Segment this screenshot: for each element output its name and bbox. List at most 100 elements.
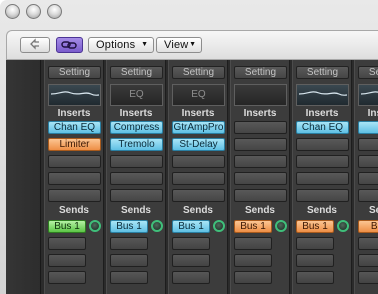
- send-level-knob[interactable]: [213, 220, 225, 232]
- send-slot-empty[interactable]: [172, 254, 210, 267]
- send-slot-empty[interactable]: [48, 271, 86, 284]
- setting-button[interactable]: Setting: [172, 66, 225, 79]
- chevron-down-icon: ▼: [189, 41, 196, 48]
- eq-display[interactable]: EQ: [110, 84, 163, 106]
- insert-slot-empty[interactable]: [234, 172, 287, 185]
- send-slot-empty[interactable]: [110, 271, 148, 284]
- send-level-knob[interactable]: [89, 220, 101, 232]
- send-level-knob[interactable]: [337, 220, 349, 232]
- channel-strip: Setting Inserts Chan EQ Sends Bus 1: [292, 60, 352, 294]
- setting-button[interactable]: Setting: [234, 66, 287, 79]
- send-level-knob[interactable]: [275, 220, 287, 232]
- insert-slot-empty[interactable]: [296, 172, 349, 185]
- zoom-window-button[interactable]: [47, 4, 62, 19]
- inserts-label: Inserts: [57, 108, 91, 119]
- send-slot-empty[interactable]: [296, 271, 334, 284]
- send-slot[interactable]: Bus 1: [234, 220, 272, 233]
- back-arrow-icon: [30, 38, 39, 50]
- insert-slot[interactable]: Chan EQ: [296, 121, 349, 134]
- insert-slot-empty[interactable]: [358, 138, 378, 151]
- insert-slot-empty[interactable]: [110, 172, 163, 185]
- insert-slot-empty[interactable]: [234, 138, 287, 151]
- insert-slot-empty[interactable]: [172, 189, 225, 202]
- eq-display[interactable]: [48, 84, 101, 106]
- insert-slot[interactable]: St-Delay: [172, 138, 225, 151]
- inserts-label: Inserts: [119, 108, 153, 119]
- send-slot-empty[interactable]: [234, 254, 272, 267]
- insert-slot[interactable]: GtrAmpPro: [172, 121, 225, 134]
- send-slot[interactable]: Bus 1: [172, 220, 210, 233]
- link-chain-icon: [61, 41, 77, 49]
- insert-slot-empty[interactable]: [110, 189, 163, 202]
- send-slot-empty[interactable]: [172, 271, 210, 284]
- insert-slot-empty[interactable]: [296, 155, 349, 168]
- insert-slot[interactable]: Chan EQ: [48, 121, 101, 134]
- setting-button[interactable]: Setting: [48, 66, 101, 79]
- send-slot-empty[interactable]: [172, 237, 210, 250]
- insert-slot-empty[interactable]: [358, 172, 378, 185]
- setting-button[interactable]: Setting: [296, 66, 349, 79]
- insert-slot-empty[interactable]: [234, 189, 287, 202]
- channel-strip: Setting EQ Inserts Compress Tremolo Sends Bus …: [106, 60, 166, 294]
- send-slot-empty[interactable]: [234, 237, 272, 250]
- send-slot-empty[interactable]: [358, 254, 378, 267]
- insert-slot-empty[interactable]: [296, 189, 349, 202]
- channel-strips-area: Setting Inserts Chan EQ Limiter Sends Bus 1 Se…: [6, 60, 378, 294]
- eq-display[interactable]: [296, 84, 349, 106]
- back-button[interactable]: [20, 37, 50, 53]
- channel-strip: Setting Inserts Sends Bus 1: [230, 60, 290, 294]
- inserts-label: Inserts: [367, 108, 378, 119]
- sends-label: Sends: [244, 205, 275, 216]
- send-slot[interactable]: Bu: [358, 220, 378, 233]
- link-button[interactable]: [56, 37, 83, 53]
- eq-curve-icon: [298, 91, 348, 96]
- send-slot-empty[interactable]: [48, 237, 86, 250]
- sends-label: Sends: [120, 205, 151, 216]
- insert-slot-empty[interactable]: [172, 172, 225, 185]
- view-menu-label: View: [164, 39, 189, 51]
- channel-strip: Setting Inserts Chan EQ Limiter Sends Bus 1: [44, 60, 104, 294]
- send-slot-empty[interactable]: [110, 254, 148, 267]
- close-window-button[interactable]: [5, 4, 20, 19]
- inserts-label: Inserts: [181, 108, 215, 119]
- insert-slot-empty[interactable]: [48, 155, 101, 168]
- insert-slot-empty[interactable]: [110, 155, 163, 168]
- insert-slot-empty[interactable]: [48, 172, 101, 185]
- send-slot-empty[interactable]: [234, 271, 272, 284]
- insert-slot-empty[interactable]: [296, 138, 349, 151]
- options-menu[interactable]: Options ▼: [88, 37, 154, 53]
- send-slot[interactable]: Bus 1: [110, 220, 148, 233]
- send-level-knob[interactable]: [151, 220, 163, 232]
- mixer-window: Options ▼ View ▼ Setting Inserts Chan EQ Li…: [0, 0, 378, 294]
- send-slot-empty[interactable]: [358, 271, 378, 284]
- send-slot-empty[interactable]: [110, 237, 148, 250]
- send-slot-empty[interactable]: [48, 254, 86, 267]
- mixer-left-edge: [6, 60, 41, 294]
- insert-slot[interactable]: Ch: [358, 121, 378, 134]
- insert-slot-empty[interactable]: [48, 189, 101, 202]
- insert-slot[interactable]: Tremolo: [110, 138, 163, 151]
- insert-slot-empty[interactable]: [172, 155, 225, 168]
- insert-slot[interactable]: Limiter: [48, 138, 101, 151]
- insert-slot-empty[interactable]: [234, 121, 287, 134]
- setting-button[interactable]: Setting: [110, 66, 163, 79]
- send-slot[interactable]: Bus 1: [296, 220, 334, 233]
- view-menu[interactable]: View ▼: [156, 37, 202, 53]
- options-menu-label: Options: [96, 39, 136, 51]
- inserts-label: Inserts: [305, 108, 339, 119]
- send-slot-empty[interactable]: [296, 254, 334, 267]
- eq-curve-icon: [50, 91, 100, 96]
- insert-slot-empty[interactable]: [358, 155, 378, 168]
- channel-strip: Setting EQ Inserts GtrAmpPro St-Delay Sends Bu…: [168, 60, 228, 294]
- send-slot-empty[interactable]: [358, 237, 378, 250]
- insert-slot-empty[interactable]: [234, 155, 287, 168]
- send-slot-empty[interactable]: [296, 237, 334, 250]
- setting-button[interactable]: Setting: [358, 66, 378, 79]
- eq-display[interactable]: [234, 84, 287, 106]
- eq-display[interactable]: EQ: [172, 84, 225, 106]
- insert-slot[interactable]: Compress: [110, 121, 163, 134]
- send-slot[interactable]: Bus 1: [48, 220, 86, 233]
- insert-slot-empty[interactable]: [358, 189, 378, 202]
- minimize-window-button[interactable]: [26, 4, 41, 19]
- eq-display[interactable]: [358, 84, 378, 106]
